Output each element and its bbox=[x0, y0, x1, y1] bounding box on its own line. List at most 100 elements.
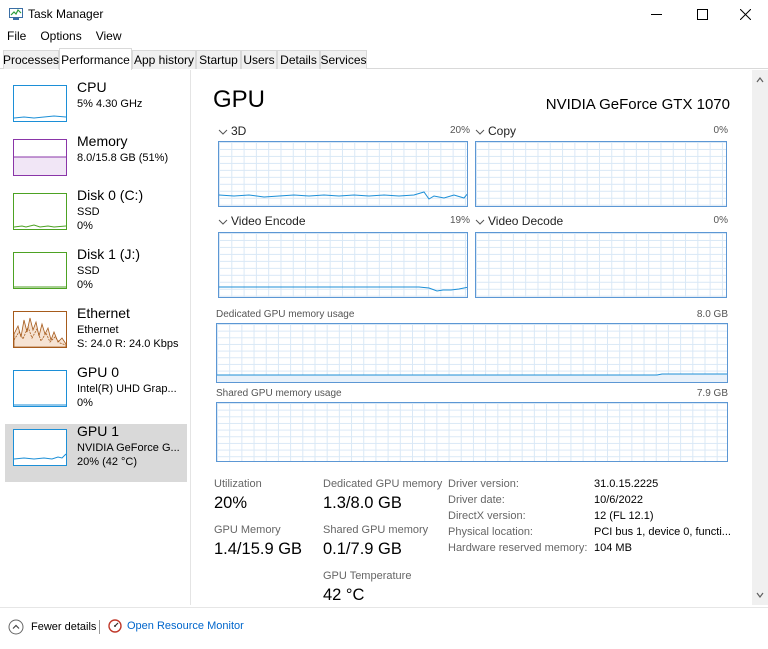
sidebar-item-ethernet[interactable]: Ethernet Ethernet S: 24.0 R: 24.0 Kbps bbox=[5, 305, 187, 364]
sidebar-item-detail: 0% bbox=[77, 279, 93, 291]
maximize-button[interactable] bbox=[679, 0, 725, 28]
vertical-scrollbar[interactable] bbox=[752, 70, 768, 605]
maximize-icon bbox=[696, 8, 708, 20]
sidebar-item-detail: Intel(R) UHD Grap... bbox=[77, 383, 177, 395]
title-bar[interactable]: Task Manager bbox=[0, 0, 768, 28]
menu-options[interactable]: Options bbox=[33, 28, 88, 46]
graph-copy-percent: 0% bbox=[713, 125, 728, 136]
gpu-temperature-label: GPU Temperature bbox=[323, 570, 412, 582]
sidebar-item-label: Memory bbox=[77, 133, 128, 149]
scroll-up-icon[interactable] bbox=[756, 76, 764, 84]
gpu-model-name: NVIDIA GeForce GTX 1070 bbox=[545, 96, 730, 113]
sidebar-item-detail: SSD bbox=[77, 206, 100, 218]
sidebar-item-detail: Ethernet bbox=[77, 324, 119, 336]
driver-version-label: Driver version: bbox=[448, 478, 519, 490]
ethernet-thumbnail-graph bbox=[13, 311, 67, 348]
sidebar-item-detail: 8.0/15.8 GB (51%) bbox=[77, 152, 169, 164]
sidebar-item-disk-1[interactable]: Disk 1 (J:) SSD 0% bbox=[5, 246, 187, 305]
task-manager-icon bbox=[9, 8, 23, 20]
graph-copy-selector[interactable]: Copy bbox=[475, 124, 516, 138]
sidebar-item-label: GPU 1 bbox=[77, 423, 120, 439]
cpu-thumbnail-graph bbox=[13, 85, 67, 122]
graph-3d-percent: 20% bbox=[449, 125, 470, 136]
sidebar-item-detail: 5% 4.30 GHz bbox=[77, 98, 143, 110]
resource-monitor-icon bbox=[108, 619, 122, 633]
graph-video-encode-label: Video Encode bbox=[231, 214, 306, 228]
graph-shared-memory bbox=[216, 402, 728, 462]
close-button[interactable] bbox=[722, 0, 768, 28]
menu-view[interactable]: View bbox=[89, 28, 129, 46]
sidebar-item-detail: NVIDIA GeForce G... bbox=[77, 442, 180, 454]
disk-0-thumbnail-graph bbox=[13, 193, 67, 230]
gpu-memory-label: GPU Memory bbox=[214, 524, 281, 536]
tab-details[interactable]: Details bbox=[277, 50, 320, 69]
graph-copy-label: Copy bbox=[488, 124, 517, 138]
gpu-detail-panel: GPU NVIDIA GeForce GTX 1070 3D 20% Copy … bbox=[192, 70, 752, 605]
minimize-icon bbox=[650, 13, 662, 15]
scroll-down-icon[interactable] bbox=[756, 591, 764, 599]
tab-app-history[interactable]: App history bbox=[132, 50, 196, 69]
graph-video-decode bbox=[475, 232, 727, 298]
dedicated-memory-label: Dedicated GPU memory usage bbox=[216, 309, 355, 320]
sidebar-item-gpu-0[interactable]: GPU 0 Intel(R) UHD Grap... 0% bbox=[5, 364, 187, 423]
driver-version-value: 31.0.15.2225 bbox=[594, 478, 659, 490]
minimize-button[interactable] bbox=[633, 0, 679, 28]
gpu-memory-value: 1.4/15.9 GB bbox=[214, 540, 303, 558]
shared-gpu-memory-label: Shared GPU memory bbox=[323, 524, 429, 536]
graph-copy bbox=[475, 141, 727, 207]
sidebar-item-label: Ethernet bbox=[77, 305, 130, 321]
hardware-reserved-memory-value: 104 MB bbox=[594, 542, 632, 554]
fewer-details-button[interactable]: Fewer details bbox=[8, 619, 96, 635]
dedicated-gpu-memory-value: 1.3/8.0 GB bbox=[323, 494, 402, 512]
graph-video-decode-selector[interactable]: Video Decode bbox=[475, 214, 563, 228]
graph-video-encode-selector[interactable]: Video Encode bbox=[218, 214, 306, 228]
menu-file[interactable]: File bbox=[0, 28, 33, 46]
sidebar-item-detail: 0% bbox=[77, 220, 93, 232]
sidebar-item-disk-0[interactable]: Disk 0 (C:) SSD 0% bbox=[5, 187, 187, 246]
fewer-details-label: Fewer details bbox=[31, 621, 97, 633]
graph-video-decode-percent: 0% bbox=[713, 215, 728, 226]
shared-memory-max: 7.9 GB bbox=[696, 388, 728, 399]
graph-video-encode-percent: 19% bbox=[449, 215, 470, 226]
sidebar-item-gpu-1[interactable]: GPU 1 NVIDIA GeForce G... 20% (42 °C) bbox=[5, 423, 187, 482]
sidebar-item-detail: 0% bbox=[77, 397, 93, 409]
driver-date-value: 10/6/2022 bbox=[594, 494, 643, 506]
tab-services[interactable]: Services bbox=[320, 50, 367, 69]
physical-location-label: Physical location: bbox=[448, 526, 533, 538]
tab-startup[interactable]: Startup bbox=[196, 50, 241, 69]
chevron-down-icon bbox=[218, 129, 228, 135]
sidebar-item-memory[interactable]: Memory 8.0/15.8 GB (51%) bbox=[5, 133, 187, 192]
sidebar-item-label: CPU bbox=[77, 79, 107, 95]
disk-1-thumbnail-graph bbox=[13, 252, 67, 289]
chevron-down-icon bbox=[475, 129, 485, 135]
memory-thumbnail-graph bbox=[13, 139, 67, 176]
footer-bar: Fewer details Open Resource Monitor bbox=[0, 607, 768, 649]
page-title: GPU bbox=[213, 86, 266, 113]
sidebar-item-label: Disk 0 (C:) bbox=[77, 187, 144, 203]
gpu-0-thumbnail-graph bbox=[13, 370, 67, 407]
directx-version-label: DirectX version: bbox=[448, 510, 526, 522]
close-icon bbox=[739, 8, 751, 20]
open-resource-monitor-link[interactable]: Open Resource Monitor bbox=[108, 619, 244, 633]
window-title: Task Manager bbox=[28, 7, 104, 21]
dedicated-memory-max: 8.0 GB bbox=[696, 309, 728, 320]
gpu-temperature-value: 42 °C bbox=[323, 586, 365, 604]
resource-sidebar: CPU 5% 4.30 GHz Memory 8.0/15.8 GB (51%)… bbox=[0, 70, 191, 605]
graph-video-encode bbox=[218, 232, 468, 298]
tab-users[interactable]: Users bbox=[241, 50, 277, 69]
tab-processes[interactable]: Processes bbox=[3, 50, 59, 69]
tab-performance[interactable]: Performance bbox=[59, 48, 132, 70]
driver-date-label: Driver date: bbox=[448, 494, 505, 506]
physical-location-value: PCI bus 1, device 0, functi... bbox=[594, 526, 731, 538]
open-resource-monitor-label: Open Resource Monitor bbox=[127, 620, 244, 632]
chevron-down-icon bbox=[475, 219, 485, 225]
directx-version-value: 12 (FL 12.1) bbox=[594, 510, 654, 522]
sidebar-item-cpu[interactable]: CPU 5% 4.30 GHz bbox=[5, 79, 187, 138]
menu-bar: File Options View bbox=[0, 28, 129, 46]
graph-video-decode-label: Video Decode bbox=[488, 214, 564, 228]
footer-divider bbox=[99, 620, 100, 634]
graph-3d-selector[interactable]: 3D bbox=[218, 124, 246, 138]
utilization-value: 20% bbox=[214, 494, 248, 512]
graph-3d bbox=[218, 141, 468, 207]
gpu-1-thumbnail-graph bbox=[13, 429, 67, 466]
